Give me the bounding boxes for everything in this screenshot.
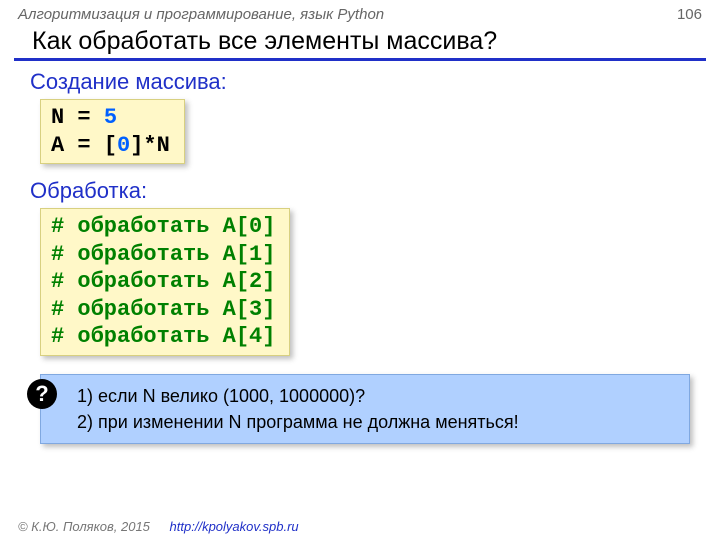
slide-title: Как обработать все элементы массива? <box>32 27 688 56</box>
page-number: 106 <box>677 6 702 23</box>
slide-header: Алгоритмизация и программирование, язык … <box>0 0 720 23</box>
question-mark-icon: ? <box>27 379 57 409</box>
code-comment: # обработать A[1] <box>51 241 275 269</box>
footer-url: http://kpolyakov.spb.ru <box>170 519 299 534</box>
code-comment: # обработать A[3] <box>51 296 275 324</box>
code-number: 5 <box>104 105 117 130</box>
section-create-label: Создание массива: <box>30 69 720 95</box>
code-text: N = <box>51 105 104 130</box>
code-comment: # обработать A[0] <box>51 213 275 241</box>
code-line: A = [0]*N <box>51 132 170 160</box>
course-title: Алгоритмизация и программирование, язык … <box>18 6 384 23</box>
code-comment: # обработать A[2] <box>51 268 275 296</box>
copyright: © К.Ю. Поляков, 2015 <box>18 519 150 534</box>
code-line: N = 5 <box>51 104 170 132</box>
question-box: ? 1) если N велико (1000, 1000000)? 2) п… <box>40 374 690 444</box>
question-line-2: 2) при изменении N программа не должна м… <box>77 409 675 435</box>
code-text: ]*N <box>130 133 170 158</box>
code-text: A = [ <box>51 133 117 158</box>
code-create: N = 5 A = [0]*N <box>40 99 185 164</box>
section-process-label: Обработка: <box>30 178 720 204</box>
code-number: 0 <box>117 133 130 158</box>
code-process: # обработать A[0] # обработать A[1] # об… <box>40 208 290 356</box>
title-bar: Как обработать все элементы массива? <box>14 23 706 61</box>
code-comment: # обработать A[4] <box>51 323 275 351</box>
slide-footer: © К.Ю. Поляков, 2015 http://kpolyakov.sp… <box>18 519 299 534</box>
question-line-1: 1) если N велико (1000, 1000000)? <box>77 383 675 409</box>
